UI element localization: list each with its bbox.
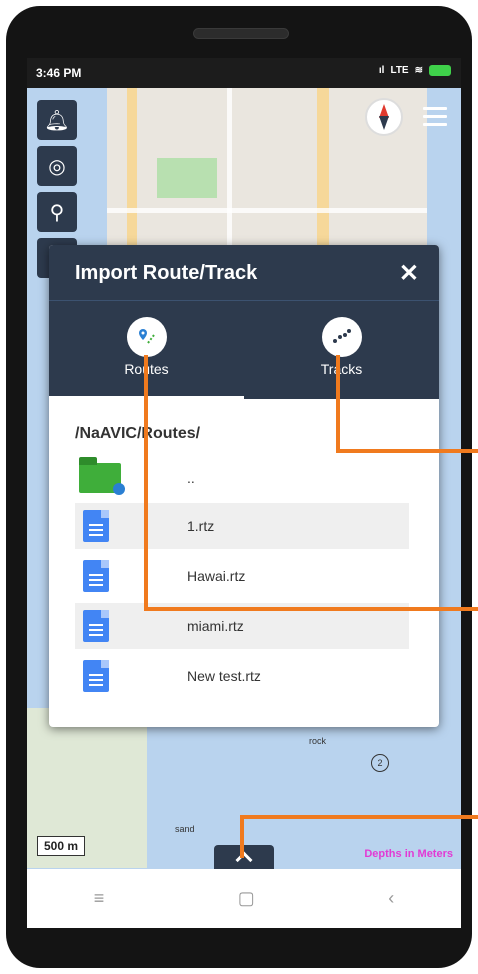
- chevron-up-icon: [235, 851, 253, 869]
- tab-tracks-label: Tracks: [320, 361, 363, 377]
- file-name: Hawai.rtz: [187, 568, 246, 584]
- recents-button[interactable]: ≡: [94, 888, 105, 909]
- android-nav-bar: ≡ ▢ ‹: [27, 869, 461, 928]
- file-name: 1.rtz: [187, 518, 215, 534]
- map-scale-label: 500 m: [37, 836, 86, 856]
- expand-panel-button[interactable]: [214, 845, 274, 869]
- track-dots-icon: [321, 317, 362, 357]
- document-icon: [83, 660, 109, 692]
- list-item-file[interactable]: Hawai.rtz: [75, 553, 409, 599]
- annotation-line: [240, 815, 478, 819]
- crosshair-icon: ◎: [48, 155, 66, 178]
- menu-line-icon: [423, 114, 447, 118]
- depth-units-label: Depths in Meters: [364, 848, 453, 860]
- file-name: ..: [187, 470, 195, 486]
- search-icon: ⚲: [49, 201, 65, 224]
- signal-icon: ıl: [378, 65, 385, 76]
- list-item-parent-folder[interactable]: ..: [75, 455, 409, 501]
- home-button[interactable]: ▢: [238, 888, 255, 909]
- file-name: miami.rtz: [187, 618, 244, 634]
- document-icon: [83, 560, 109, 592]
- map-label-rock: rock: [309, 736, 327, 746]
- file-name: New test.rtz: [187, 668, 261, 684]
- depth-marker: 2: [371, 754, 389, 772]
- search-button[interactable]: ⚲: [37, 192, 77, 232]
- locate-button[interactable]: ◎: [37, 146, 77, 186]
- battery-icon: [429, 65, 451, 76]
- menu-line-icon: [423, 106, 447, 110]
- alarm-bell-button[interactable]: 🔔︎: [37, 100, 77, 140]
- menu-line-icon: [423, 122, 447, 126]
- compass-south-icon: [379, 116, 389, 130]
- status-bar: 3:46 PM ıl LTE ≋: [27, 58, 461, 88]
- bell-icon: 🔔︎: [44, 109, 70, 132]
- annotation-line: [336, 449, 478, 453]
- current-folder-path: /NaAVIC/Routes/: [75, 425, 201, 442]
- import-route-track-dialog: Import Route/Track ✕ Routes: [49, 245, 439, 727]
- status-icons: ıl LTE ≋: [379, 65, 451, 76]
- annotation-line: [144, 355, 148, 611]
- hamburger-menu-button[interactable]: [415, 98, 455, 134]
- map-park: [157, 158, 217, 198]
- annotation-line: [240, 815, 244, 858]
- list-item-file[interactable]: New test.rtz: [75, 653, 409, 699]
- map-label-sand: sand: [175, 824, 195, 834]
- earpiece-speaker: [193, 28, 289, 39]
- network-label: LTE: [390, 65, 409, 76]
- tab-tracks[interactable]: Tracks: [244, 301, 439, 399]
- list-item-file[interactable]: 1.rtz: [75, 503, 409, 549]
- compass-button[interactable]: [365, 98, 403, 136]
- annotation-line: [144, 607, 478, 611]
- folder-up-icon: [79, 457, 125, 495]
- route-pin-icon: [126, 317, 167, 357]
- annotation-line: [336, 355, 340, 453]
- back-button[interactable]: ‹: [388, 888, 394, 909]
- wifi-icon: ≋: [414, 65, 423, 76]
- dialog-header: Import Route/Track ✕: [49, 245, 439, 301]
- close-button[interactable]: ✕: [399, 259, 419, 288]
- map-street: [107, 208, 427, 213]
- document-icon: [83, 510, 109, 542]
- status-time: 3:46 PM: [36, 66, 82, 80]
- document-icon: [83, 610, 109, 642]
- dialog-tabs: Routes Tracks: [49, 301, 439, 399]
- app-screen: 3:46 PM ıl LTE ≋ 🔔︎ ◎ ⚲ ≡: [27, 58, 461, 928]
- dialog-title: Import Route/Track: [75, 262, 258, 284]
